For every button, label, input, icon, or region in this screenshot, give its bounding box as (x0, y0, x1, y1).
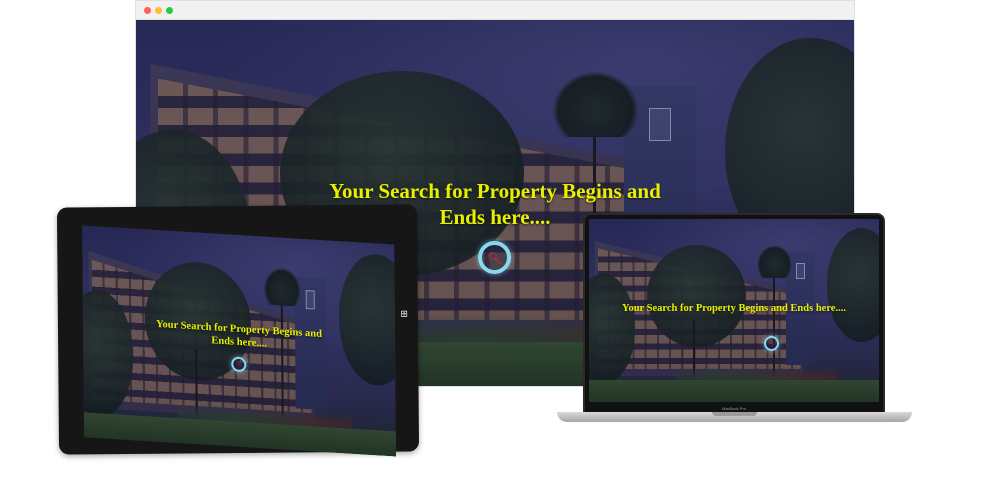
windows-logo-icon: ⊞ (400, 309, 408, 320)
device-mockup-showcase: Your Search for Property Begins and Ends… (0, 0, 986, 501)
search-button[interactable]: 🔍︎ (231, 356, 247, 373)
close-window-dot[interactable] (144, 7, 151, 14)
search-icon: 🔍︎ (768, 340, 775, 346)
laptop-base (557, 412, 912, 422)
laptop-hero: Your Search for Property Begins and Ends… (589, 219, 879, 402)
tablet-hero: Your Search for Property Begins and Ends… (82, 225, 397, 457)
search-button[interactable]: 🔍︎ (478, 241, 511, 274)
search-icon: 🔍︎ (486, 250, 503, 265)
search-icon: 🔍︎ (235, 360, 243, 368)
maximize-window-dot[interactable] (166, 7, 173, 14)
tablet-device: Your Search for Property Begins and Ends… (56, 204, 420, 457)
hero-heading: Your Search for Property Begins and Ends… (622, 303, 846, 314)
laptop-device: Your Search for Property Begins and Ends… (583, 213, 885, 414)
search-button[interactable]: 🔍︎ (764, 336, 779, 351)
laptop-model-label: MacBook Pro (721, 406, 746, 411)
browser-title-bar (136, 1, 854, 20)
laptop-notch (712, 412, 757, 416)
minimize-window-dot[interactable] (155, 7, 162, 14)
